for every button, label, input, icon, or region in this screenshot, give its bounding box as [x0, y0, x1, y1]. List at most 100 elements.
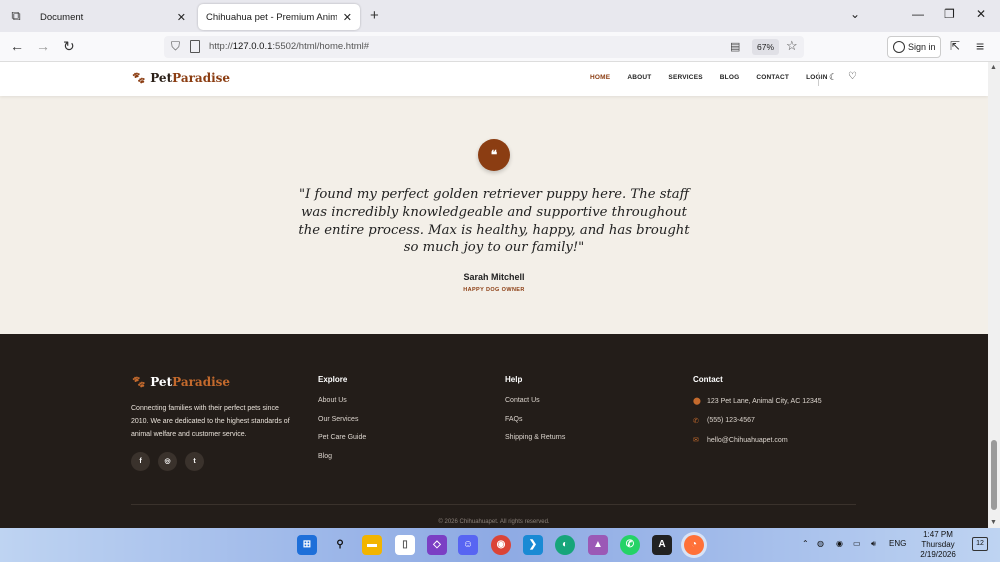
chrome-tray-icon[interactable]: ◉	[836, 539, 843, 548]
footer-description: Connecting families with their perfect p…	[131, 405, 290, 438]
paw-icon: 🐾︎	[131, 375, 147, 389]
volume-icon[interactable]: 🔊︎	[871, 539, 876, 549]
footer-link[interactable]: FAQs	[505, 416, 565, 423]
twitter-icon[interactable]: t	[185, 452, 204, 471]
location-pin-icon: ⬤	[693, 398, 701, 405]
contact-email: ✉ hello@Chihuahuapet.com	[693, 436, 788, 445]
nav-services[interactable]: SERVICES	[668, 74, 702, 81]
chevron-up-icon[interactable]: ⌃	[802, 539, 809, 548]
footer-contact: Contact ⬤ 123 Pet Lane, Animal City, AC …	[693, 375, 822, 456]
footer-link[interactable]: Blog	[318, 453, 366, 460]
windows-taskbar: ⊞ ⚲ ▬ ▯ ◇ ☺ ◉ ❯ ◐ ▲ ✆ A ◔ ⌃ ◍ ◉ ▭ 🔊︎ ENG…	[0, 528, 1000, 562]
discord-icon[interactable]: ☺	[458, 535, 478, 555]
whatsapp-icon[interactable]: ✆	[620, 535, 640, 555]
url-text[interactable]: http://127.0.0.1:5502/html/home.html#	[209, 41, 369, 52]
clock[interactable]: 1:47 PM Thursday 2/19/2026	[912, 530, 964, 560]
photos-icon[interactable]: ▲	[588, 535, 608, 555]
testimonial-quote: "I found my perfect golden retriever pup…	[298, 187, 690, 256]
contact-phone: ✆ (555) 123-4567	[693, 417, 755, 425]
battery-icon[interactable]: ▭	[853, 539, 861, 548]
site-logo[interactable]: 🐾︎ Pet Paradise	[131, 71, 230, 85]
nav-blog[interactable]: BLOG	[720, 74, 740, 81]
browser-tab-bar: ⧉ Document ✕ Chihuahua pet - Premium Ani…	[0, 0, 1000, 32]
forward-icon[interactable]: →	[36, 38, 50, 54]
nav-login[interactable]: LOGIN	[806, 74, 828, 81]
footer-link[interactable]: Shipping & Returns	[505, 434, 565, 441]
contact-address: ⬤ 123 Pet Lane, Animal City, AC 12345	[693, 397, 822, 406]
footer-help: Help Contact Us FAQs Shipping & Returns	[505, 375, 565, 453]
paw-icon: 🐾︎	[131, 71, 147, 85]
tab-list-icon[interactable]: ⧉	[8, 8, 24, 24]
maximize-icon[interactable]: ❐	[944, 7, 955, 21]
copyright: © 2026 Chihuahuapet. All rights reserved…	[438, 519, 550, 525]
shield-icon[interactable]: ⛉	[171, 39, 180, 54]
notifications-badge[interactable]: 12	[972, 537, 988, 551]
extensions-icon[interactable]: ⇱	[950, 39, 960, 53]
file-explorer-icon[interactable]: ▬	[362, 535, 382, 555]
browser-navbar: ← → ↻ ⛉ http://127.0.0.1:5502/html/home.…	[0, 32, 1000, 62]
hamburger-menu-icon[interactable]: ≡	[976, 38, 984, 54]
footer-logo[interactable]: 🐾︎ Pet Paradise	[131, 375, 230, 389]
vscode-icon[interactable]: ❯	[523, 535, 543, 555]
network-icon[interactable]: ◍	[817, 539, 824, 548]
tab-title: Document	[40, 11, 84, 23]
tab-title: Chihuahua pet - Premium Animal St	[206, 11, 337, 23]
page-icon[interactable]	[190, 40, 200, 53]
close-window-icon[interactable]: ✕	[976, 7, 986, 21]
edge-icon[interactable]: ◐	[555, 535, 575, 555]
chevron-down-icon[interactable]: ⌄	[850, 7, 860, 21]
start-icon[interactable]: ⊞	[297, 535, 317, 555]
account-icon	[893, 41, 905, 53]
footer-link[interactable]: Our Services	[318, 416, 366, 423]
nav-home[interactable]: HOME	[590, 74, 610, 81]
social-links: f ◎ t	[131, 452, 204, 471]
testimonial-role: HAPPY DOG OWNER	[463, 287, 525, 293]
new-tab-icon[interactable]: +	[370, 7, 379, 24]
firefox-icon[interactable]: ◔	[684, 535, 704, 555]
footer-explore: Explore About Us Our Services Pet Care G…	[318, 375, 366, 471]
tab-document[interactable]: Document ✕	[32, 4, 194, 30]
page-viewport: 🐾︎ Pet Paradise HOME ABOUT SERVICES BLOG …	[0, 62, 988, 528]
footer-link[interactable]: Contact Us	[505, 397, 565, 404]
scrollbar-thumb[interactable]	[991, 440, 997, 510]
minimize-icon[interactable]: —	[912, 7, 924, 21]
site-footer: 🐾︎ Pet Paradise Connecting families with …	[0, 334, 988, 528]
scroll-down-icon[interactable]: ▼	[990, 519, 997, 526]
facebook-icon[interactable]: f	[131, 452, 150, 471]
zoom-level[interactable]: 67%	[752, 39, 780, 55]
sign-in-button[interactable]: Sign in	[887, 36, 941, 58]
language-indicator[interactable]: ENG	[889, 539, 906, 548]
footer-link[interactable]: About Us	[318, 397, 366, 404]
quote-icon: ❝	[478, 139, 510, 171]
reader-view-icon[interactable]: ▤	[730, 40, 740, 53]
header-divider	[818, 72, 819, 86]
tab-chihuahua[interactable]: Chihuahua pet - Premium Animal St ✕	[198, 4, 360, 30]
phone-icon: ✆	[693, 417, 699, 425]
url-bar[interactable]: ⛉ http://127.0.0.1:5502/html/home.html# …	[164, 36, 804, 58]
nav-about[interactable]: ABOUT	[627, 74, 651, 81]
site-nav: HOME ABOUT SERVICES BLOG CONTACT LOGIN	[590, 74, 845, 81]
testimonial-author: Sarah Mitchell	[463, 272, 525, 282]
instagram-icon[interactable]: ◎	[158, 452, 177, 471]
footer-divider	[131, 504, 856, 505]
moon-icon[interactable]: ☾	[829, 72, 837, 83]
bookmark-star-icon[interactable]: ☆	[786, 38, 798, 54]
visual-studio-icon[interactable]: ◇	[427, 535, 447, 555]
notepad-icon[interactable]: ▯	[395, 535, 415, 555]
footer-heading: Contact	[693, 375, 723, 384]
footer-heading: Explore	[318, 375, 348, 384]
page-scrollbar[interactable]: ▲ ▼	[988, 62, 1000, 528]
footer-heading: Help	[505, 375, 523, 384]
search-icon[interactable]: ⚲	[330, 535, 350, 555]
footer-link[interactable]: Pet Care Guide	[318, 434, 366, 441]
back-icon[interactable]: ←	[10, 38, 24, 54]
close-tab-icon[interactable]: ✕	[343, 11, 352, 24]
scroll-up-icon[interactable]: ▲	[990, 64, 997, 71]
close-tab-icon[interactable]: ✕	[177, 11, 186, 24]
heart-icon[interactable]: ♡	[848, 71, 857, 82]
site-header: 🐾︎ Pet Paradise HOME ABOUT SERVICES BLOG …	[0, 62, 988, 96]
nav-contact[interactable]: CONTACT	[756, 74, 789, 81]
reload-icon[interactable]: ↻	[63, 38, 75, 55]
chrome-icon[interactable]: ◉	[491, 535, 511, 555]
terminal-icon[interactable]: A	[652, 535, 672, 555]
